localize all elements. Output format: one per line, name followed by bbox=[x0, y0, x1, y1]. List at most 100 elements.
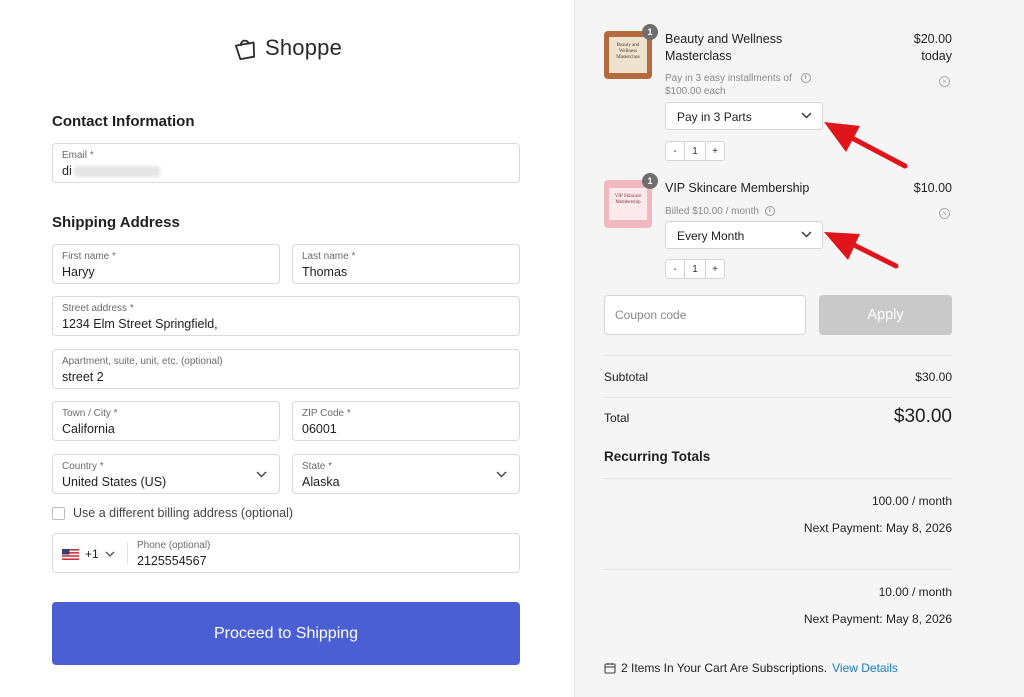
cart-item-name-line1: Beauty and Wellness bbox=[665, 32, 783, 46]
quantity-stepper[interactable]: - 1 + bbox=[665, 259, 725, 279]
phone-value: 2125554567 bbox=[137, 554, 207, 568]
phone-label: Phone (optional) bbox=[137, 540, 211, 551]
installment-note-line2: $100.00 each bbox=[665, 86, 726, 97]
cart-item-thumbnail: VIP Skincare Membership 1 bbox=[604, 173, 658, 228]
remove-item-icon[interactable]: × bbox=[939, 208, 950, 219]
different-billing-checkbox-row[interactable]: Use a different billing address (optiona… bbox=[52, 506, 293, 520]
zip-code-field[interactable]: ZIP Code * 06001 bbox=[292, 401, 520, 441]
zip-code-label: ZIP Code * bbox=[302, 408, 351, 419]
divider bbox=[604, 355, 952, 356]
billing-frequency-value: Every Month bbox=[677, 229, 745, 243]
city-label: Town / City * bbox=[62, 408, 118, 419]
apartment-field[interactable]: Apartment, suite, unit, etc. (optional) … bbox=[52, 349, 520, 389]
divider bbox=[604, 478, 952, 479]
apartment-value: street 2 bbox=[62, 370, 104, 384]
divider bbox=[604, 569, 952, 570]
quantity-stepper[interactable]: - 1 + bbox=[665, 141, 725, 161]
cart-item-thumbnail: Beauty and Wellness Masterclass 1 bbox=[604, 24, 658, 79]
country-select[interactable]: Country * United States (US) bbox=[52, 454, 280, 494]
chevron-down-icon bbox=[801, 112, 812, 119]
brand-logo[interactable]: Shoppe bbox=[233, 35, 342, 61]
red-arrow-annotation bbox=[824, 122, 908, 169]
phone-country-code-select[interactable]: +1 bbox=[62, 547, 115, 561]
last-name-value: Thomas bbox=[302, 265, 348, 279]
city-value: California bbox=[62, 422, 115, 436]
apartment-label: Apartment, suite, unit, etc. (optional) bbox=[62, 356, 223, 367]
quantity-value: 1 bbox=[684, 260, 706, 278]
street-address-field[interactable]: Street address * 1234 Elm Street Springf… bbox=[52, 296, 520, 336]
subtotal-label: Subtotal bbox=[604, 370, 649, 384]
recurring-totals-heading: Recurring Totals bbox=[604, 449, 711, 464]
subscription-notice-text: 2 Items In Your Cart Are Subscriptions. bbox=[621, 661, 828, 675]
chevron-down-icon bbox=[801, 231, 812, 238]
phone-field[interactable]: +1 Phone (optional) 2125554567 bbox=[52, 533, 520, 573]
cart-item-name-line2: Masterclass bbox=[665, 49, 732, 63]
first-name-label: First name * bbox=[62, 251, 116, 262]
divider bbox=[604, 397, 952, 398]
decrement-button[interactable]: - bbox=[666, 260, 684, 278]
email-label: Email * bbox=[62, 150, 94, 161]
proceed-to-shipping-button[interactable]: Proceed to Shipping bbox=[52, 602, 520, 665]
decrement-button[interactable]: - bbox=[666, 142, 684, 160]
info-icon[interactable]: i bbox=[800, 73, 811, 84]
shopping-bag-icon bbox=[235, 39, 256, 60]
next-payment-date: Next Payment: May 8, 2026 bbox=[803, 612, 952, 626]
total-label: Total bbox=[604, 411, 630, 425]
installment-note: Pay in 3 easy installments of i $100.00 … bbox=[665, 72, 811, 98]
chevron-down-icon bbox=[256, 471, 267, 478]
recurring-amount: 100.00 / month bbox=[871, 494, 952, 508]
brand-name: Shoppe bbox=[265, 35, 343, 60]
different-billing-label: Use a different billing address (optiona… bbox=[73, 506, 294, 520]
billing-note-text: Billed $10.00 / month bbox=[665, 206, 759, 217]
first-name-value: Haryy bbox=[62, 265, 95, 279]
phone-divider bbox=[127, 542, 128, 564]
payment-plan-select[interactable]: Pay in 3 Parts bbox=[665, 102, 823, 130]
chevron-down-icon bbox=[105, 551, 115, 557]
checkout-form-panel: Shoppe Contact Information Email * di Sh… bbox=[0, 0, 574, 697]
quantity-badge: 1 bbox=[642, 24, 658, 40]
street-address-value: 1234 Elm Street Springfield, bbox=[62, 317, 218, 331]
city-field[interactable]: Town / City * California bbox=[52, 401, 280, 441]
coupon-code-input[interactable]: Coupon code bbox=[604, 295, 806, 335]
state-select[interactable]: State * Alaska bbox=[292, 454, 520, 494]
email-value: di bbox=[62, 164, 160, 178]
increment-button[interactable]: + bbox=[706, 142, 724, 160]
calendar-icon bbox=[604, 663, 616, 674]
billing-frequency-select[interactable]: Every Month bbox=[665, 221, 823, 249]
increment-button[interactable]: + bbox=[706, 260, 724, 278]
cart-item-name: VIP Skincare Membership bbox=[665, 181, 810, 195]
remove-item-icon[interactable]: × bbox=[939, 76, 950, 87]
info-icon[interactable]: i bbox=[764, 206, 775, 217]
thumbnail-caption: Beauty and Wellness Masterclass bbox=[609, 37, 647, 73]
state-value: Alaska bbox=[302, 475, 340, 489]
quantity-value: 1 bbox=[684, 142, 706, 160]
quantity-badge: 1 bbox=[642, 173, 658, 189]
thumbnail-caption: VIP Skincare Membership bbox=[609, 188, 647, 220]
payment-plan-value: Pay in 3 Parts bbox=[677, 110, 752, 124]
country-value: United States (US) bbox=[62, 475, 167, 489]
phone-country-code: +1 bbox=[85, 547, 99, 561]
apply-coupon-button[interactable]: Apply bbox=[819, 295, 952, 335]
us-flag-icon bbox=[62, 548, 79, 560]
state-label: State * bbox=[302, 461, 333, 472]
blurred-email-text bbox=[73, 166, 160, 178]
last-name-field[interactable]: Last name * Thomas bbox=[292, 244, 520, 284]
cart-item-price: $10.00 bbox=[913, 181, 952, 195]
cart-item-price: $20.00 today bbox=[914, 31, 952, 65]
subtotal-value: $30.00 bbox=[915, 370, 952, 384]
installment-note-line1: Pay in 3 easy installments of bbox=[665, 73, 792, 84]
email-field[interactable]: Email * di bbox=[52, 143, 520, 183]
first-name-field[interactable]: First name * Haryy bbox=[52, 244, 280, 284]
street-address-label: Street address * bbox=[62, 303, 134, 314]
billing-note: Billed $10.00 / month i bbox=[665, 205, 775, 218]
country-label: Country * bbox=[62, 461, 104, 472]
last-name-label: Last name * bbox=[302, 251, 356, 262]
cart-item-price-value: $20.00 bbox=[913, 32, 952, 46]
cart-item-name: Beauty and Wellness Masterclass bbox=[665, 31, 782, 65]
view-details-link[interactable]: View Details bbox=[832, 661, 898, 675]
zip-code-value: 06001 bbox=[302, 422, 337, 436]
red-arrow-annotation bbox=[824, 232, 899, 269]
next-payment-date: Next Payment: May 8, 2026 bbox=[803, 521, 952, 535]
shipping-address-heading: Shipping Address bbox=[52, 214, 180, 231]
different-billing-checkbox[interactable] bbox=[52, 506, 65, 520]
